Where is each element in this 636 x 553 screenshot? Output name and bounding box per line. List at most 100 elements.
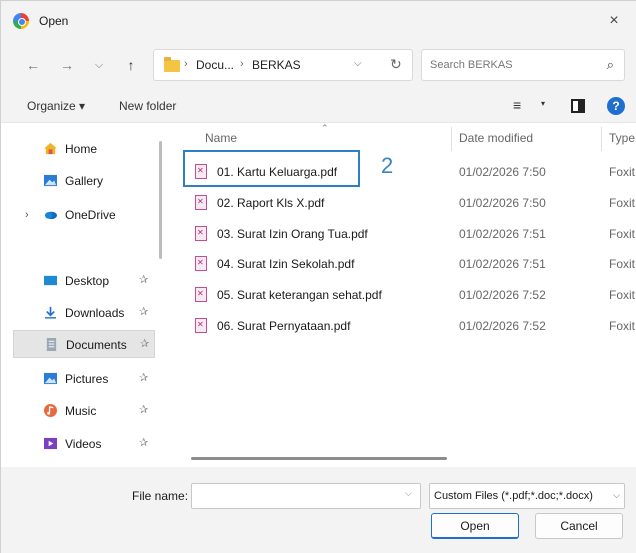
title-bar: Open × [1, 1, 636, 41]
view-dropdown-icon[interactable]: ▾ [541, 99, 545, 108]
pin-icon[interactable]: ✰ [139, 371, 148, 384]
sidebar-item-music[interactable]: Music ✰ [13, 397, 155, 425]
file-type-select[interactable]: Custom Files (*.pdf;*.doc;*.docx) ⌵ [429, 483, 625, 509]
pdf-file-icon [195, 256, 207, 271]
file-name: 05. Surat keterangan sehat.pdf [217, 288, 382, 302]
address-bar[interactable]: › Docu... › BERKAS ⌵ ↻ [153, 49, 413, 81]
preview-pane-icon[interactable] [571, 99, 585, 113]
forward-icon[interactable]: → [57, 55, 77, 75]
file-type: Foxit [609, 165, 636, 179]
sidebar-item-label: OneDrive [65, 208, 116, 222]
column-divider[interactable] [601, 127, 602, 151]
chrome-app-icon [13, 13, 29, 29]
file-row[interactable]: 03. Surat Izin Orang Tua.pdf 01/02/2026 … [185, 219, 636, 249]
pdf-file-icon [195, 318, 207, 333]
pin-icon[interactable]: ✰ [139, 436, 148, 449]
file-type: Foxit [609, 196, 636, 210]
column-header-date-modified[interactable]: Date modified [459, 131, 533, 145]
sidebar-item-downloads[interactable]: Downloads ✰ [13, 299, 155, 327]
sort-ascending-icon: ⌃ [321, 123, 329, 133]
file-type: Foxit [609, 319, 636, 333]
sidebar-item-home[interactable]: Home [13, 135, 155, 163]
sidebar-item-label: Pictures [65, 372, 109, 386]
window-title: Open [39, 14, 69, 28]
pdf-file-icon [195, 195, 207, 210]
file-row[interactable]: 06. Surat Pernyataan.pdf 01/02/2026 7:52… [185, 311, 636, 341]
file-date: 01/02/2026 7:50 [459, 165, 546, 179]
sidebar-item-label: Downloads [65, 306, 125, 320]
file-date: 01/02/2026 7:52 [459, 319, 546, 333]
pin-icon[interactable]: ✰ [139, 273, 148, 286]
file-row[interactable]: 04. Surat Izin Sekolah.pdf 01/02/2026 7:… [185, 249, 636, 279]
sidebar-item-desktop[interactable]: Desktop ✰ [13, 267, 155, 295]
organize-button[interactable]: Organize ▾ [27, 99, 85, 113]
sidebar-item-onedrive[interactable]: OneDrive [13, 201, 155, 229]
sidebar-item-label: Home [65, 142, 98, 156]
breadcrumb-separator: › [240, 58, 244, 70]
file-name-label: File name: [132, 489, 189, 503]
pin-icon[interactable]: ✰ [139, 305, 148, 318]
column-divider[interactable] [451, 127, 452, 151]
breadcrumb-berkas[interactable]: BERKAS [252, 58, 301, 72]
file-type: Foxit [609, 288, 636, 302]
file-list-horizontal-scrollbar[interactable] [191, 457, 447, 460]
open-dialog: Open × ← → ⌵ ↑ › Docu... › BERKAS ⌵ ↻ Se… [0, 0, 636, 553]
file-name: 06. Surat Pernyataan.pdf [217, 319, 351, 333]
documents-icon [46, 338, 57, 351]
annotation-highlight-box [183, 150, 360, 187]
file-type-value: Custom Files (*.pdf;*.doc;*.docx) [434, 490, 593, 502]
open-button[interactable]: Open [431, 513, 519, 539]
sidebar-item-label: Documents [66, 338, 127, 352]
sidebar-item-label: Desktop [65, 274, 110, 288]
file-type: Foxit [609, 257, 636, 271]
sidebar-item-videos[interactable]: Videos ✰ [13, 430, 155, 458]
breadcrumb-documents[interactable]: Docu... [196, 58, 234, 72]
back-icon[interactable]: ← [23, 55, 43, 75]
help-icon[interactable]: ? [607, 97, 625, 115]
sidebar-item-label: Videos [65, 437, 102, 451]
sidebar-scrollbar[interactable] [159, 141, 162, 259]
sidebar-item-pictures[interactable]: Pictures ✰ [13, 365, 155, 393]
file-row[interactable]: 02. Raport Kls X.pdf 01/02/2026 7:50 Fox… [185, 188, 636, 218]
pin-icon[interactable]: ✰ [139, 403, 148, 416]
gallery-icon [44, 174, 57, 187]
pictures-icon [44, 372, 57, 385]
refresh-icon[interactable]: ↻ [390, 56, 402, 73]
file-date: 01/02/2026 7:52 [459, 288, 546, 302]
file-name: 02. Raport Kls X.pdf [217, 196, 325, 210]
videos-icon [44, 437, 57, 450]
view-menu-icon[interactable]: ≡ [513, 97, 521, 113]
sidebar-item-gallery[interactable]: Gallery [13, 167, 155, 195]
folder-icon [164, 57, 180, 72]
cancel-button[interactable]: Cancel [535, 513, 623, 539]
file-row[interactable]: 05. Surat keterangan sehat.pdf 01/02/202… [185, 280, 636, 310]
sidebar-item-documents[interactable]: Documents ✰ [13, 330, 155, 358]
file-date: 01/02/2026 7:51 [459, 257, 546, 271]
pdf-file-icon [195, 287, 207, 302]
address-dropdown-icon[interactable]: ⌵ [354, 58, 362, 69]
file-type-dropdown-icon: ⌵ [613, 490, 620, 500]
search-icon[interactable]: ⌕ [607, 57, 614, 73]
search-box[interactable]: Search BERKAS ⌕ [421, 49, 625, 81]
home-icon [44, 142, 57, 155]
recent-locations-icon[interactable]: ⌵ [89, 55, 109, 75]
column-header-type[interactable]: Type [609, 131, 635, 145]
pin-icon[interactable]: ✰ [140, 337, 149, 350]
column-header-name[interactable]: Name [205, 131, 237, 145]
cloud-icon [44, 211, 57, 220]
file-name-input[interactable] [191, 483, 421, 509]
pdf-file-icon [195, 226, 207, 241]
new-folder-button[interactable]: New folder [119, 99, 176, 113]
file-name: 04. Surat Izin Sekolah.pdf [217, 257, 355, 271]
close-button[interactable]: × [591, 1, 636, 41]
download-icon [44, 306, 57, 319]
annotation-step-2: 2 [381, 153, 394, 178]
file-name-dropdown-icon[interactable]: ⌵ [405, 488, 412, 499]
file-name-bar: File name: ⌵ Custom Files (*.pdf;*.doc;*… [1, 467, 636, 553]
navigation-pane: Home Gallery › OneDrive Desktop ✰ Downlo… [1, 123, 162, 467]
music-icon [44, 404, 57, 417]
file-date: 01/02/2026 7:50 [459, 196, 546, 210]
search-placeholder: Search BERKAS [430, 59, 513, 71]
up-icon[interactable]: ↑ [121, 55, 141, 75]
desktop-icon [44, 275, 57, 286]
